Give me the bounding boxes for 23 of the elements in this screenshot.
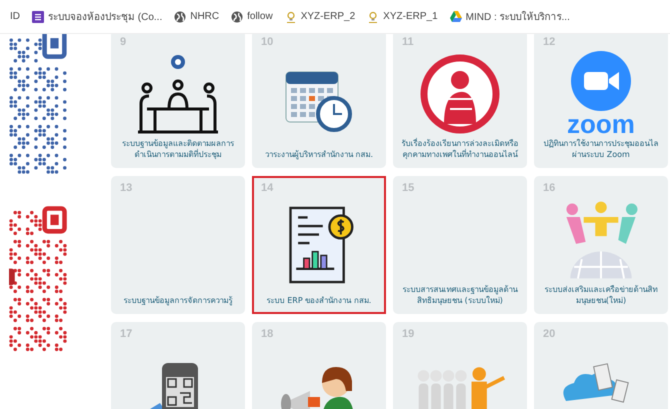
triangle-icon — [450, 11, 462, 22]
tile-label: ปฏิทินการใช้งานการประชุมออนไล ผ่านระบบ Zoom — [542, 139, 660, 160]
tile-label: ระบบสารสนเทศและฐานข้อมูลด้านสิทธิมนุษยชน (ระบบใหม่) — [402, 285, 519, 306]
bookmark-link[interactable]: NHRC — [174, 10, 220, 22]
tile-label: ระบบ ERP ของสำนักงาน กสม. — [266, 296, 372, 306]
zoom-logo: zoom — [567, 110, 635, 137]
tile-label: รับเรื่องร้องเรียนการล่วงละเมิดหรือคุกคามทางเพศในที่ทำงานออนไลน์ — [400, 139, 520, 160]
bulb-icon — [367, 10, 380, 22]
tile-label: ระบบฐานข้อมูลและติดตามผลการดำเนินการตามมติที่ประชุม — [121, 139, 235, 160]
tile-label: ระบบฐานข้อมูลการจัดการความรู้ — [124, 296, 232, 306]
bookmark-link[interactable]: XYZ-ERP_1 — [367, 10, 438, 22]
bookmark-link[interactable]: follow — [231, 10, 273, 22]
globe-icon — [231, 10, 244, 22]
globe-icon — [174, 10, 186, 22]
bulb-icon — [284, 10, 297, 22]
tile-label: วาระงานผู้บริหารสำนักงาน กสม. — [264, 150, 374, 160]
bookmark-link[interactable]: ID — [10, 11, 20, 22]
video-camera-icon — [570, 50, 631, 111]
tile-label: ระบบส่งเสริมและเครือข่ายด้านสิท มนุษยชน(ใหม่) — [544, 285, 658, 306]
bookmark-link[interactable]: ระบบจองห้องประชุม (Co... — [32, 9, 162, 24]
form-icon — [32, 10, 44, 22]
bookmark-link[interactable]: MIND : ระบบให้บริการ... — [450, 9, 570, 24]
bookmark-link[interactable]: XYZ-ERP_2 — [284, 10, 356, 22]
